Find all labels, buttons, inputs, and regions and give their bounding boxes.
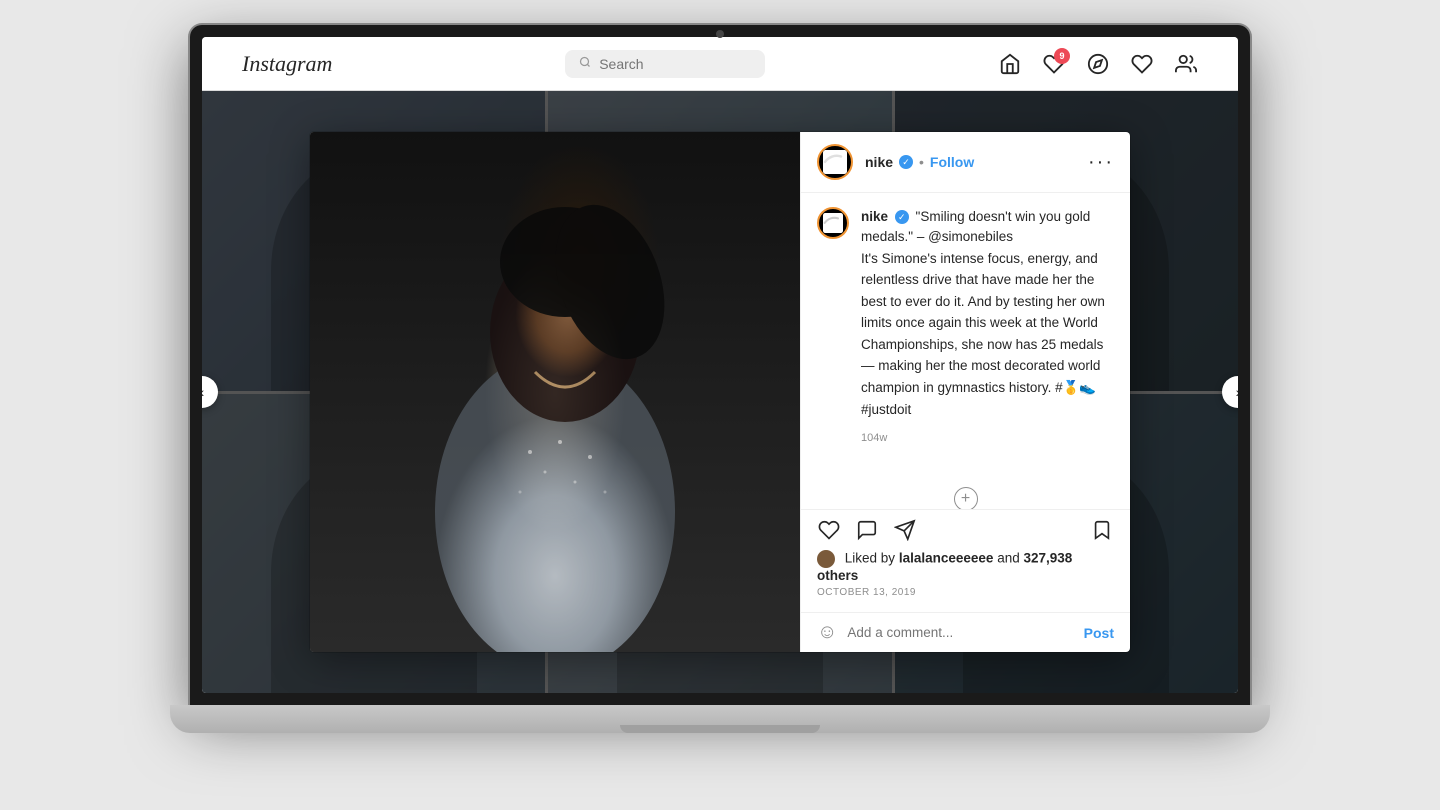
liked-by-user[interactable]: lalalanceeeeee bbox=[899, 551, 994, 566]
laptop-screen: Instagram bbox=[190, 25, 1250, 705]
instagram-app: Instagram bbox=[202, 37, 1238, 693]
verified-badge: ✓ bbox=[899, 155, 913, 169]
explore-icon[interactable] bbox=[1086, 52, 1110, 76]
people-icon[interactable] bbox=[1174, 52, 1198, 76]
caption-avatar bbox=[817, 207, 849, 239]
laptop: Instagram bbox=[170, 25, 1270, 785]
post-actions: Liked by lalalanceeeeee and 327,938 othe… bbox=[801, 509, 1130, 612]
share-button[interactable] bbox=[893, 518, 917, 542]
caption-verified: ✓ bbox=[895, 210, 909, 224]
caption-timestamp: 104w bbox=[861, 430, 1114, 447]
post-image bbox=[310, 132, 800, 652]
post-avatar bbox=[817, 144, 853, 180]
liked-by-avatar bbox=[817, 550, 835, 568]
instagram-logo: Instagram bbox=[242, 51, 332, 77]
post-info: nike ✓ • Follow ··· bbox=[800, 132, 1130, 652]
likes-text: Liked by lalalanceeeeee and 327,938 othe… bbox=[817, 550, 1114, 583]
main-content: ‹ bbox=[202, 91, 1238, 693]
more-options-button[interactable]: ··· bbox=[1088, 151, 1114, 174]
post-body: nike ✓ "Smiling doesn't win you gold med… bbox=[801, 193, 1130, 509]
post-username: nike bbox=[865, 154, 893, 170]
notification-badge: 9 bbox=[1054, 48, 1070, 64]
heart-icon[interactable] bbox=[1130, 52, 1154, 76]
caption-text: nike ✓ "Smiling doesn't win you gold med… bbox=[861, 207, 1114, 463]
caption-username: nike bbox=[861, 209, 888, 224]
search-input[interactable] bbox=[599, 56, 751, 72]
post-date: OCTOBER 13, 2019 bbox=[817, 587, 1114, 598]
post-header: nike ✓ • Follow ··· bbox=[801, 132, 1130, 193]
search-bar[interactable] bbox=[565, 50, 765, 78]
comment-input[interactable] bbox=[847, 625, 1073, 640]
navbar-icons: 9 bbox=[998, 52, 1198, 76]
post-header-info: nike ✓ • Follow bbox=[865, 154, 1076, 170]
laptop-base bbox=[170, 705, 1270, 733]
expand-comments: + bbox=[817, 479, 1114, 509]
navbar: Instagram bbox=[202, 37, 1238, 91]
bookmark-button[interactable] bbox=[1090, 518, 1114, 542]
post-comment-button[interactable]: Post bbox=[1084, 625, 1114, 641]
activity-icon[interactable]: 9 bbox=[1042, 52, 1066, 76]
like-button[interactable] bbox=[817, 518, 841, 542]
expand-comments-button[interactable]: + bbox=[954, 487, 978, 509]
follow-button[interactable]: Follow bbox=[930, 154, 974, 170]
post-caption: nike ✓ "Smiling doesn't win you gold med… bbox=[817, 207, 1114, 463]
search-icon bbox=[579, 56, 591, 71]
home-icon[interactable] bbox=[998, 52, 1022, 76]
caption-body: It's Simone's intense focus, energy, and… bbox=[861, 248, 1114, 421]
next-button[interactable]: › bbox=[1222, 376, 1238, 408]
screen-content: Instagram bbox=[202, 37, 1238, 693]
emoji-button[interactable]: ☺ bbox=[817, 621, 837, 644]
prev-button[interactable]: ‹ bbox=[202, 376, 218, 408]
action-icons bbox=[817, 518, 1114, 542]
modal-overlay: ‹ bbox=[202, 91, 1238, 693]
comment-input-area: ☺ Post bbox=[801, 612, 1130, 652]
post-modal: nike ✓ • Follow ··· bbox=[310, 132, 1130, 652]
comment-button[interactable] bbox=[855, 518, 879, 542]
